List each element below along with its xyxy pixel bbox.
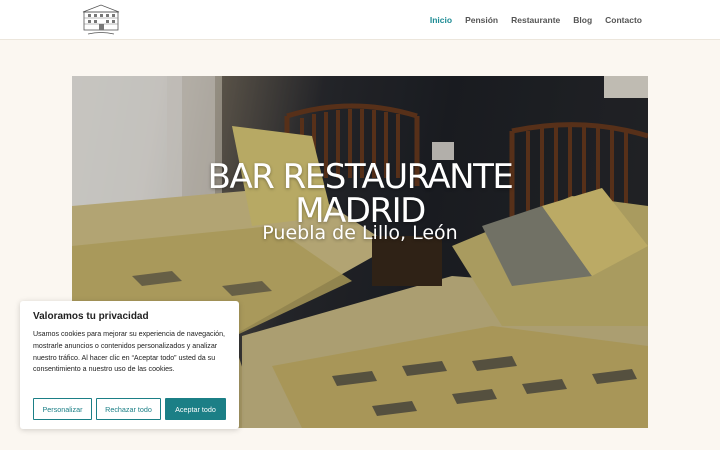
cookie-description: Usamos cookies para mejorar su experienc… — [33, 330, 226, 374]
restaurant-logo[interactable] — [80, 2, 122, 38]
nav-item-contacto[interactable]: Contacto — [605, 15, 642, 25]
nav-item-restaurante[interactable]: Restaurante — [511, 15, 560, 25]
cookie-title: Valoramos tu privacidad — [33, 311, 149, 322]
reject-all-button[interactable]: Rechazar todo — [96, 398, 161, 420]
hero-title-line1: BAR RESTAURANTE — [207, 157, 514, 197]
building-logo-icon — [82, 4, 120, 35]
hero-title: BAR RESTAURANTE MADRID — [72, 160, 648, 228]
site-header: Inicio Pensión Restaurante Blog Contacto — [0, 0, 720, 40]
nav-item-blog[interactable]: Blog — [573, 15, 592, 25]
nav-item-inicio[interactable]: Inicio — [430, 15, 452, 25]
cookie-consent-banner: Valoramos tu privacidad Usamos cookies p… — [20, 301, 239, 429]
customize-button[interactable]: Personalizar — [33, 398, 92, 420]
main-nav: Inicio Pensión Restaurante Blog Contacto — [430, 0, 642, 40]
accept-all-button[interactable]: Aceptar todo — [165, 398, 226, 420]
nav-item-pension[interactable]: Pensión — [465, 15, 498, 25]
hero-subtitle: Puebla de Lillo, León — [262, 222, 458, 244]
cookie-button-group: Personalizar Rechazar todo Aceptar todo — [33, 398, 226, 420]
